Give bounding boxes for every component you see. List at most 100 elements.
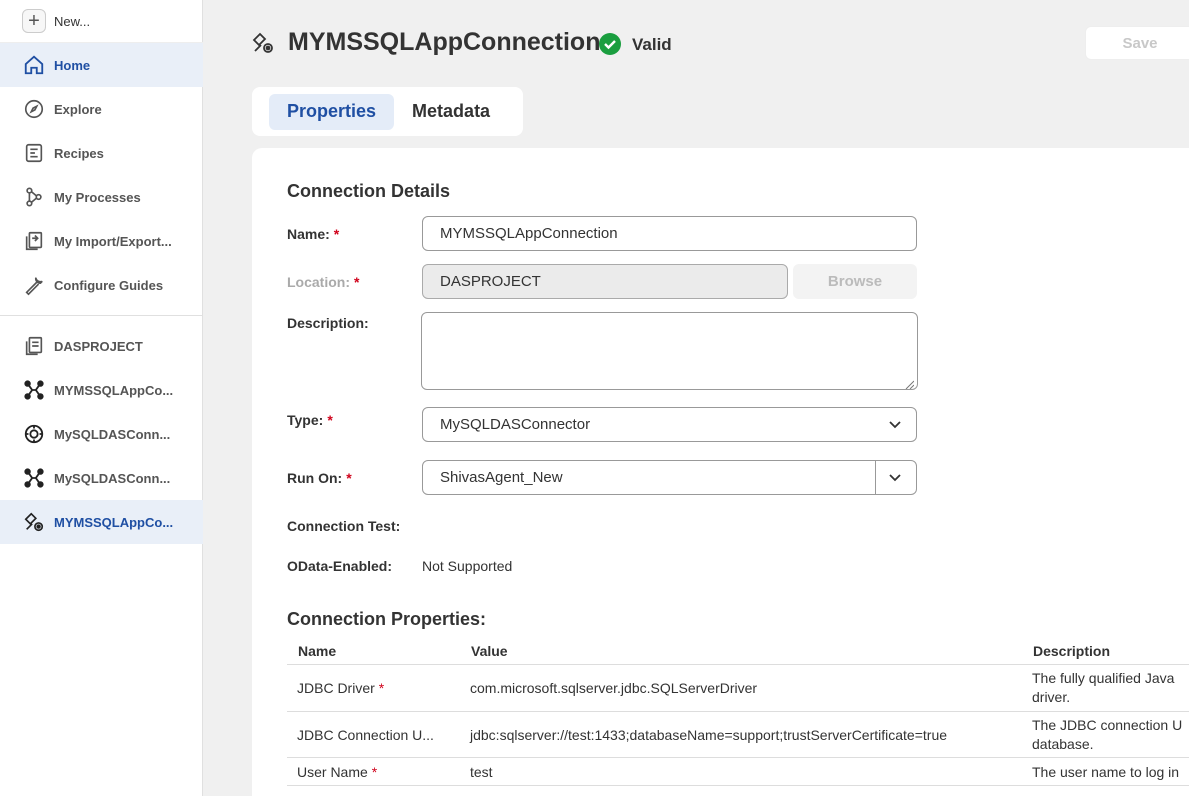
runon-label-text: Run On: [287,470,343,486]
chevron-down-icon [888,418,902,432]
description-label: Description: [287,315,369,331]
tab-bar: Properties Metadata [252,87,523,136]
row-name: JDBC Driver * [297,679,384,698]
recipe-icon [22,141,46,165]
wrench-icon [22,273,46,297]
required-mark: * [333,226,340,242]
app-connection-icon [251,31,275,55]
resize-handle-icon[interactable] [904,376,915,390]
status-badge: Valid [632,35,672,54]
chevron-down-icon[interactable] [888,471,902,485]
plus-icon: + [22,9,46,33]
required-mark: * [327,412,333,428]
row-name-text: User Name [297,764,368,780]
check-circle-icon [599,33,621,55]
sidebar-item-label: MySQLDASConn... [54,470,171,486]
sidebar-item-label: Recipes [54,145,104,161]
tab-metadata[interactable]: Metadata [394,94,508,130]
connector-gear-icon [22,422,46,446]
odata-label: OData-Enabled: [287,558,393,574]
table-divider [287,785,1189,786]
recent-item-mymssqlappconnection-active[interactable]: MYMSSQLAppCo... [0,500,203,544]
odata-value: Not Supported [422,558,513,574]
row-name: User Name * [297,763,377,782]
connection-details-title: Connection Details [287,181,451,201]
name-label: Name: * [287,226,339,242]
table-divider [287,757,1189,758]
location-label-text: Location: [287,274,350,290]
row-description: The JDBC connection U database. [1032,716,1189,754]
name-label-text: Name: [287,226,330,242]
row-name: JDBC Connection U... [297,727,434,743]
connection-test-label: Connection Test: [287,518,401,534]
row-value: jdbc:sqlserver://test:1433;databaseName=… [470,727,948,743]
sidebar-item-label: Configure Guides [54,277,164,293]
page-title: MYMSSQLAppConnection [288,28,601,56]
import-export-icon [22,229,46,253]
name-input[interactable]: MYMSSQLAppConnection [422,216,917,251]
type-select[interactable]: MySQLDASConnector [422,407,917,442]
home-icon [22,53,46,77]
runon-select-value: ShivasAgent_New [440,469,563,486]
runon-select[interactable]: ShivasAgent_New [422,460,917,495]
location-input: DASPROJECT [422,264,788,299]
connection-icon [22,466,46,490]
row-description-line1: The fully qualified Java [1032,670,1175,686]
recent-item-mysqldasconnection[interactable]: MySQLDASConn... [0,456,203,500]
project-icon [22,334,46,358]
recent-item-mysqldasconnector[interactable]: MySQLDASConn... [0,412,203,456]
browse-button[interactable]: Browse [793,264,917,299]
sidebar-item-label: Explore [54,101,102,117]
sidebar-item-label: My Processes [54,189,141,205]
new-label: New... [54,13,91,29]
connection-properties-title: Connection Properties: [287,609,487,629]
type-label: Type: * [287,412,333,428]
required-mark: * [371,764,378,780]
column-header-description: Description [1033,643,1111,659]
sidebar-item-label: MySQLDASConn... [54,426,171,442]
location-label: Location: * [287,274,359,290]
row-name-text: JDBC Driver [297,680,375,696]
sidebar-item-label: MYMSSQLAppCo... [54,514,174,530]
sidebar-item-configure-guides[interactable]: Configure Guides [0,263,203,307]
table-divider [287,711,1189,712]
sidebar-divider [0,315,203,316]
sidebar-item-import-export[interactable]: My Import/Export... [0,219,203,263]
sidebar-item-label: Home [54,57,91,73]
required-mark: * [378,680,385,696]
sidebar-item-my-processes[interactable]: My Processes [0,175,203,219]
table-divider [287,664,1189,665]
row-value: com.microsoft.sqlserver.jdbc.SQLServerDr… [470,680,758,696]
sidebar-item-label: My Import/Export... [54,233,172,249]
app-connection-icon [22,510,46,534]
recent-item-mymssqlappconnection[interactable]: MYMSSQLAppCo... [0,368,203,412]
runon-label: Run On: * [287,470,352,486]
row-description: The fully qualified Java driver. [1032,669,1189,707]
type-select-value: MySQLDASConnector [440,416,591,433]
row-description-line1: The JDBC connection U [1032,717,1183,733]
sidebar-item-home[interactable]: Home [0,43,203,87]
column-header-name: Name [298,643,337,659]
required-mark: * [354,274,360,290]
column-header-value: Value [471,643,508,659]
type-label-text: Type: [287,412,324,428]
sidebar-item-recipes[interactable]: Recipes [0,131,203,175]
connection-icon [22,378,46,402]
row-value: test [470,764,493,780]
row-description-line2: driver. [1032,689,1071,705]
process-icon [22,185,46,209]
compass-icon [22,97,46,121]
description-textarea[interactable] [421,312,918,390]
sidebar-item-label: DASPROJECT [54,338,143,354]
sidebar-item-label: MYMSSQLAppCo... [54,382,174,398]
required-mark: * [346,470,352,486]
sidebar-item-explore[interactable]: Explore [0,87,203,131]
select-divider [875,461,876,494]
tab-properties[interactable]: Properties [269,93,395,130]
new-button[interactable]: + New... [0,0,203,43]
sidebar: + New... Home Explore Recipes My Process… [0,0,203,796]
save-button[interactable]: Save [1085,26,1189,60]
row-description: The user name to log in [1032,764,1180,780]
row-description-line2: database. [1032,736,1094,752]
recent-item-dasproject[interactable]: DASPROJECT [0,324,203,368]
